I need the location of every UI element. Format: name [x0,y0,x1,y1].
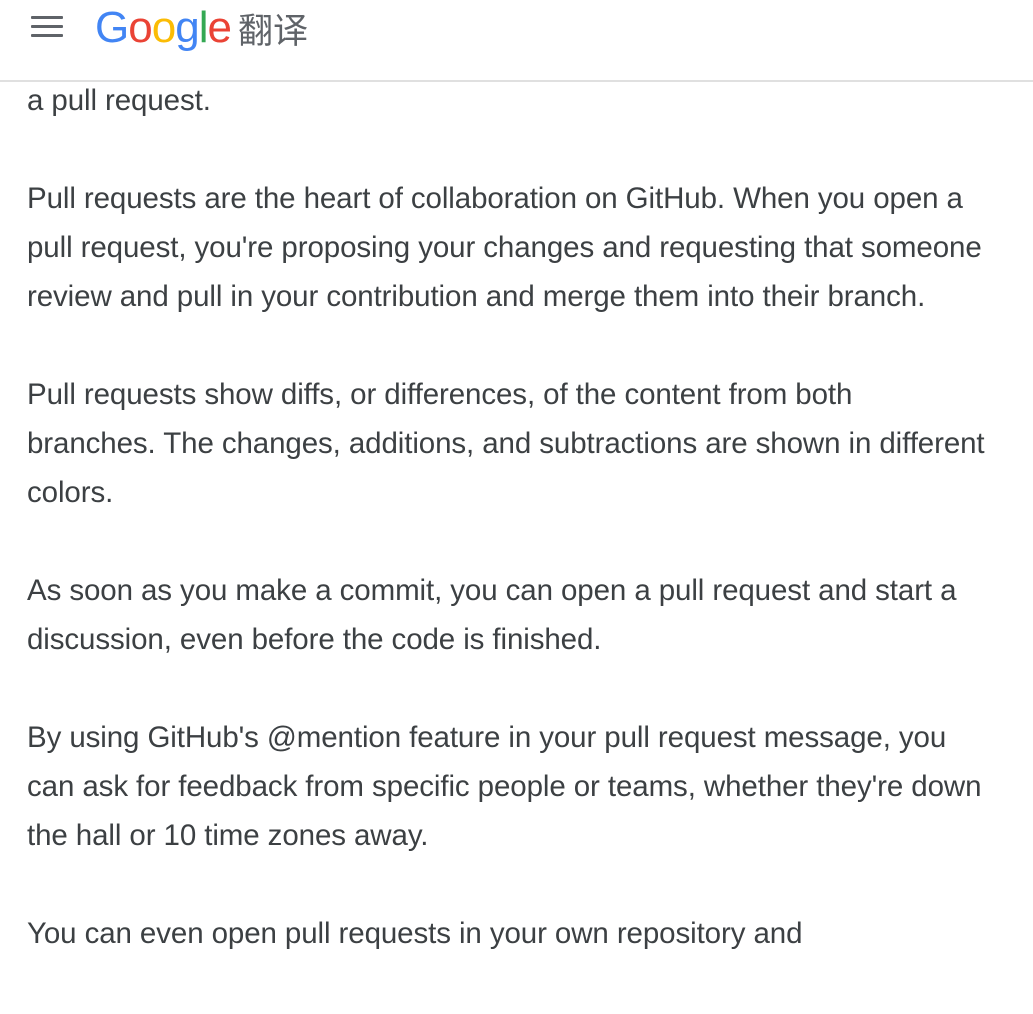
paragraph-1: a pull request. [27,84,211,117]
google-translate-logo[interactable]: Google 翻译 [95,0,308,56]
menu-bar-top [31,16,63,19]
top-app-bar: Google 翻译 [0,0,1033,82]
paragraph-2: Pull requests are the heart of collabora… [27,182,982,313]
logo-suffix: 翻译 [237,11,308,52]
paragraph-3: Pull requests show diffs, or differences… [27,378,985,509]
paragraph-6: You can even open pull requests in your … [27,917,803,950]
logo-letter: G [95,3,129,52]
menu-bar-bottom [31,34,63,37]
logo-letter: g [175,3,200,52]
translated-content: a pull request. Pull requests are the he… [27,76,987,1007]
google-wordmark: Google [95,3,232,53]
paragraph-4: As soon as you make a commit, you can op… [27,574,957,656]
paragraph-5: By using GitHub's @mention feature in yo… [27,721,982,852]
menu-bar-middle [31,25,63,28]
logo-letter: o [128,3,153,52]
logo-letter: e [207,3,232,52]
logo-letter: o [151,3,177,52]
hamburger-menu-icon[interactable] [28,12,68,44]
